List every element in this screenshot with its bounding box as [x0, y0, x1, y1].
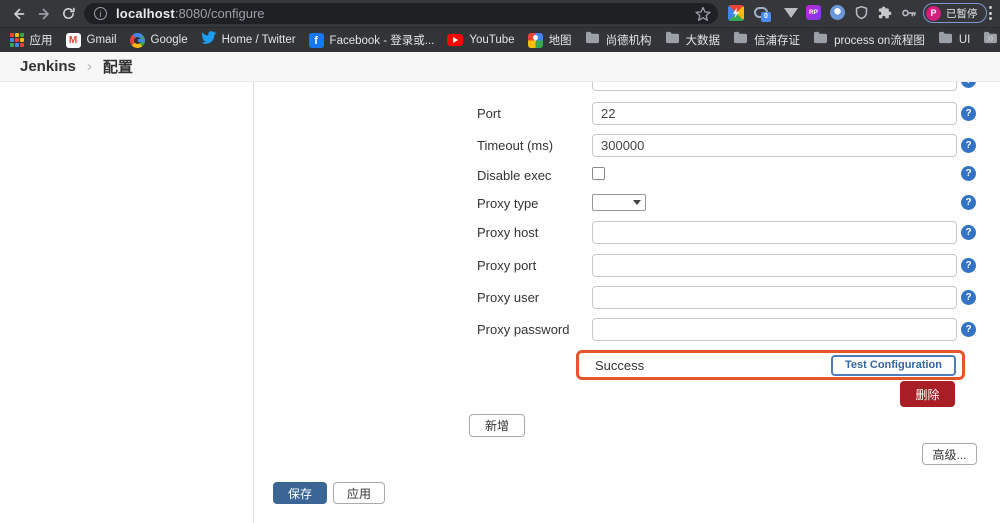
field-label-proxy-type: Proxy type	[477, 196, 538, 211]
proxy-host-input[interactable]	[592, 221, 957, 244]
breadcrumb-separator: ›	[87, 58, 92, 75]
jenkins-configure-page: Port Timeout (ms) Disable exec Proxy typ…	[0, 0, 1000, 523]
maps-icon	[528, 33, 543, 48]
url-host: localhost	[116, 6, 175, 21]
test-result-highlight: Success Test Configuration	[576, 350, 965, 380]
forward-icon[interactable]	[36, 5, 53, 22]
password-key-icon[interactable]	[901, 5, 917, 21]
twitter-icon	[201, 31, 216, 49]
back-icon[interactable]	[9, 5, 26, 22]
shield-extension-icon[interactable]	[854, 5, 869, 20]
bookmark-apps[interactable]: 应用	[10, 32, 53, 48]
form-row-port: Port	[253, 102, 983, 126]
advanced-button[interactable]: 高级...	[922, 443, 977, 465]
form-row-proxy-host: Proxy host	[253, 221, 983, 245]
form-row-timeout: Timeout (ms)	[253, 134, 983, 158]
bookmark-folder-2[interactable]: 大数据	[665, 31, 721, 49]
side-panel	[0, 82, 253, 523]
circle-extension-icon[interactable]	[830, 5, 845, 20]
help-icon[interactable]	[961, 290, 976, 305]
proxy-port-input[interactable]	[592, 254, 957, 277]
gmail-icon	[66, 33, 81, 48]
bookmark-maps[interactable]: 地图	[528, 32, 572, 48]
breadcrumb-configure[interactable]: 配置	[103, 56, 133, 77]
extensions-puzzle-icon[interactable]	[877, 5, 892, 20]
form-row-proxy-user: Proxy user	[253, 286, 983, 310]
field-label-proxy-host: Proxy host	[477, 225, 538, 240]
rp-extension-icon[interactable]: RP	[806, 5, 821, 20]
rp-label: RP	[806, 5, 821, 20]
folder-icon	[585, 31, 600, 49]
loop-extension-icon[interactable]: 0	[754, 7, 768, 18]
delete-button[interactable]: 删除	[900, 381, 955, 407]
bookmark-folder-1[interactable]: 尚德机构	[585, 31, 652, 49]
bookmark-google[interactable]: Google	[130, 33, 188, 48]
bookmark-youtube[interactable]: YouTube	[447, 34, 514, 46]
profile-status: 已暂停	[946, 6, 978, 21]
help-icon[interactable]	[961, 225, 976, 240]
jenkins-breadcrumb-bar: Jenkins › 配置	[0, 52, 1000, 82]
help-icon[interactable]	[961, 258, 976, 273]
disable-exec-checkbox[interactable]	[592, 167, 605, 180]
address-bar[interactable]: i localhost :8080/configure	[84, 3, 718, 24]
form-row-disable-exec: Disable exec	[253, 164, 983, 188]
proxy-type-select[interactable]	[592, 194, 646, 211]
help-icon[interactable]	[961, 166, 976, 181]
field-label-port: Port	[477, 106, 501, 121]
help-icon[interactable]	[961, 138, 976, 153]
form-row-proxy-port: Proxy port	[253, 254, 983, 278]
form-row-proxy-type: Proxy type	[253, 194, 983, 218]
profile-chip[interactable]: P 已暂停	[923, 3, 987, 23]
facebook-icon	[309, 33, 324, 48]
help-icon[interactable]	[961, 106, 976, 121]
folder-icon	[733, 31, 748, 49]
zap-extension-icon[interactable]	[728, 5, 744, 21]
apps-grid-icon	[10, 33, 24, 47]
bookmark-facebook[interactable]: Facebook - 登录或...	[309, 32, 435, 48]
folder-icon	[813, 31, 828, 49]
port-input[interactable]	[592, 102, 957, 125]
site-info-icon[interactable]: i	[94, 7, 107, 20]
browser-toolbar: i localhost :8080/configure 0 RP P	[0, 0, 1000, 27]
add-button[interactable]: 新增	[469, 414, 525, 437]
field-label-proxy-port: Proxy port	[477, 258, 536, 273]
bookmarks-overflow-icon[interactable]: »	[987, 30, 994, 45]
bookmark-folder-4[interactable]: process on流程图	[813, 31, 925, 49]
test-configuration-button[interactable]: Test Configuration	[831, 355, 956, 376]
breadcrumb-jenkins[interactable]: Jenkins	[20, 58, 76, 75]
browser-menu-icon[interactable]	[989, 6, 992, 20]
bookmark-folder-3[interactable]: 信浦存证	[733, 31, 800, 49]
help-icon[interactable]	[961, 195, 976, 210]
main-content: Port Timeout (ms) Disable exec Proxy typ…	[0, 82, 1000, 523]
timeout-input[interactable]	[592, 134, 957, 157]
bookmarks-bar: 应用 Gmail Google Home / Twitter Facebook …	[0, 27, 1000, 52]
field-label-disable-exec: Disable exec	[477, 168, 551, 183]
bookmark-star-icon[interactable]	[695, 6, 711, 27]
bookmark-gmail[interactable]: Gmail	[66, 33, 117, 48]
save-button[interactable]: 保存	[273, 482, 327, 504]
youtube-icon	[447, 34, 463, 46]
field-label-proxy-user: Proxy user	[477, 290, 539, 305]
apply-button[interactable]: 应用	[333, 482, 385, 504]
proxy-user-input[interactable]	[592, 286, 957, 309]
url-path: :8080/configure	[175, 6, 265, 21]
bookmark-folder-5[interactable]: UI	[938, 31, 971, 49]
v-extension-icon[interactable]	[784, 8, 798, 18]
avatar: P	[926, 6, 941, 21]
folder-icon	[665, 31, 680, 49]
config-form: Port Timeout (ms) Disable exec Proxy typ…	[253, 82, 1000, 523]
google-icon	[130, 33, 145, 48]
folder-icon	[938, 31, 953, 49]
field-label-proxy-password: Proxy password	[477, 322, 569, 337]
bookmark-twitter[interactable]: Home / Twitter	[201, 31, 296, 49]
form-row-proxy-password: Proxy password	[253, 318, 983, 342]
reload-icon[interactable]	[60, 5, 77, 22]
extension-badge: 0	[761, 12, 771, 22]
test-status-text: Success	[595, 358, 644, 373]
proxy-password-input[interactable]	[592, 318, 957, 341]
field-label-timeout: Timeout (ms)	[477, 138, 553, 153]
help-icon[interactable]	[961, 322, 976, 337]
